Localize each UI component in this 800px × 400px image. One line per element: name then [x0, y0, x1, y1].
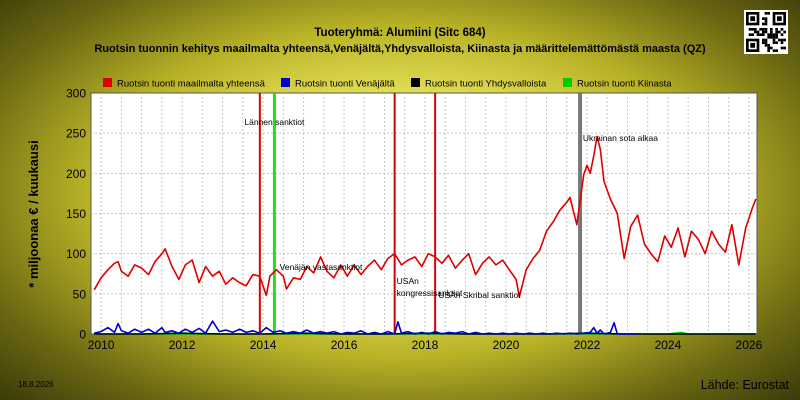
x-tick-label: 2020 [493, 338, 520, 352]
event-label: USAn [397, 276, 419, 286]
legend-label: Ruotsin tuonti maailmalta yhteensä [117, 79, 266, 90]
x-tick-label: 2016 [331, 338, 358, 352]
y-tick-label: 200 [66, 167, 86, 181]
y-tick-label: 100 [66, 247, 86, 261]
legend-label: Ruotsin tuonti Kiinasta [577, 79, 672, 90]
x-tick-label: 2024 [655, 338, 682, 352]
event-label: USAn Skribal sanktiot [438, 290, 521, 300]
y-tick-label: 50 [73, 287, 87, 301]
legend: Ruotsin tuonti maailmalta yhteensä Ruotsi… [103, 78, 672, 90]
footer-source: Lähde: Eurostat [701, 378, 790, 392]
x-tick-label: 2018 [412, 338, 439, 352]
x-tick-label: 2012 [169, 338, 196, 352]
chart-frame: Tuoteryhmä: Alumiini (Sitc 684) Ruotsin … [0, 0, 800, 400]
y-axis-ticks: 0 50 100 150 200 250 300 [66, 87, 86, 342]
y-tick-label: 0 [79, 328, 86, 342]
event-label: Venäjän vastasanktiot [280, 262, 363, 272]
event-label: Ukrainan sota alkaa [583, 133, 658, 143]
y-tick-label: 250 [66, 127, 86, 141]
legend-swatch [281, 78, 290, 87]
chart-title: Tuoteryhmä: Alumiini (Sitc 684) [314, 27, 485, 39]
event-label: Lännen sanktiot [244, 117, 305, 127]
x-axis-ticks: 2010 2012 2014 2016 2018 2020 2022 2024 2026 [88, 338, 763, 352]
qr-code-icon [744, 10, 788, 54]
x-tick-label: 2022 [574, 338, 601, 352]
legend-swatch [103, 78, 112, 87]
legend-label: Ruotsin tuonti Venäjältä [295, 79, 396, 90]
x-tick-label: 2014 [250, 338, 277, 352]
y-tick-label: 150 [66, 207, 86, 221]
legend-label: Ruotsin tuonti Yhdysvalloista [425, 79, 547, 90]
x-tick-label: 2010 [88, 338, 115, 352]
legend-swatch [411, 78, 420, 87]
y-tick-label: 300 [66, 87, 86, 101]
legend-swatch [563, 78, 572, 87]
chart-subtitle: Ruotsin tuonnin kehitys maailmalta yhtee… [94, 43, 706, 55]
chart-svg: Tuoteryhmä: Alumiini (Sitc 684) Ruotsin … [18, 10, 790, 392]
y-axis-label: * miljoonaa € / kuukausi [26, 140, 41, 287]
x-tick-label: 2026 [736, 338, 763, 352]
footer-date: 18.8.2026 [18, 380, 54, 389]
